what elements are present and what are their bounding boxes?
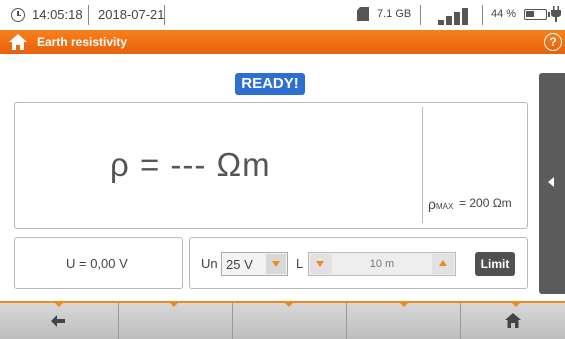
chevron-down-icon <box>272 261 280 267</box>
bar-notch <box>170 303 178 307</box>
help-icon[interactable]: ? <box>544 33 562 51</box>
back-button[interactable] <box>0 303 118 339</box>
battery-icon <box>524 9 550 20</box>
clock-icon <box>11 8 25 22</box>
voltage-readout: U = 0,00 V <box>14 237 183 289</box>
bar-separator <box>118 303 119 339</box>
status-separator <box>482 5 483 25</box>
rho-max-subscript: MAX <box>436 202 454 211</box>
ready-status-badge: READY! <box>235 73 305 95</box>
distance-stepper[interactable]: 10 m <box>308 252 456 276</box>
status-date: 2018-07-21 <box>98 7 165 22</box>
rho-max-symbol: ρ <box>428 196 436 212</box>
signal-icon <box>438 5 474 25</box>
bar-separator <box>346 303 347 339</box>
home-button[interactable] <box>460 303 565 339</box>
chevron-down-icon <box>316 261 324 267</box>
back-arrow-icon <box>51 315 65 327</box>
battery-level <box>526 11 534 17</box>
un-selected-value: 25 V <box>226 257 253 272</box>
title-bar: Earth resistivity ? <box>0 30 565 54</box>
resistivity-result: ρ = --- Ωm <box>110 146 271 183</box>
status-bar: 14:05:18 2018-07-21 7.1 GB 44 % <box>0 0 565 30</box>
home-icon[interactable] <box>9 34 27 50</box>
un-label: Un <box>201 256 218 271</box>
chevron-left-icon <box>548 177 554 187</box>
result-panel: ρ = --- Ωm ρ MAX = 200 Ωm <box>14 102 528 229</box>
side-panel-toggle[interactable] <box>539 73 565 294</box>
distance-value: 10 m <box>369 258 395 270</box>
home-icon <box>505 313 521 328</box>
limit-button[interactable]: Limit <box>475 252 515 276</box>
page-title: Earth resistivity <box>37 35 128 49</box>
bottom-nav-bar <box>0 301 565 339</box>
voltage-value: U = 0,00 V <box>66 256 128 271</box>
bar-notch <box>400 303 408 307</box>
bar-notch <box>285 303 293 307</box>
l-label: L <box>296 256 304 271</box>
storage-free: 7.1 GB <box>377 8 412 20</box>
measurement-settings: Un 25 V L 10 m Limit <box>189 237 528 289</box>
sd-card-icon <box>357 7 369 21</box>
plug-icon <box>551 6 561 22</box>
status-separator <box>164 5 165 25</box>
rho-max-value: = 200 Ωm <box>459 196 512 210</box>
status-time: 14:05:18 <box>32 7 83 22</box>
decrease-button[interactable] <box>310 254 332 274</box>
bar-separator <box>232 303 233 339</box>
increase-button[interactable] <box>432 254 454 274</box>
un-voltage-select[interactable]: 25 V <box>221 252 288 276</box>
battery-percent: 44 % <box>491 8 517 20</box>
dropdown-arrow-button[interactable] <box>266 254 286 274</box>
result-divider <box>422 107 423 223</box>
status-separator <box>420 5 421 25</box>
chevron-up-icon <box>439 260 447 266</box>
status-separator <box>88 5 89 25</box>
